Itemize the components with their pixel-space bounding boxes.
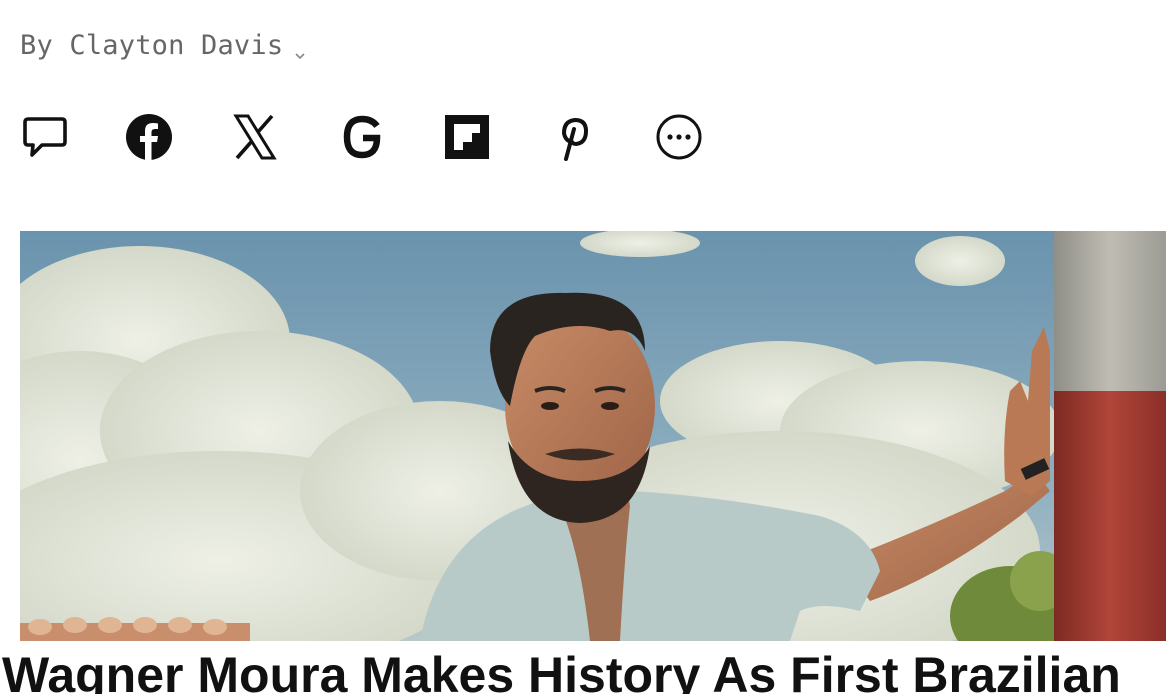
hero-image: [20, 231, 1166, 641]
google-icon[interactable]: [335, 110, 389, 164]
chevron-down-icon[interactable]: [293, 39, 307, 59]
author-name[interactable]: By Clayton Davis: [20, 30, 283, 61]
x-icon[interactable]: [228, 110, 282, 164]
pinterest-icon[interactable]: [546, 110, 600, 164]
more-icon[interactable]: [652, 110, 706, 164]
share-bar: [18, 110, 738, 164]
article-headline[interactable]: Wagner Moura Makes History As First Braz…: [2, 640, 1170, 694]
article-page: By Clayton Davis Wagner Moura Makes Hist…: [0, 0, 1170, 694]
facebook-icon[interactable]: [122, 110, 176, 164]
flipboard-icon[interactable]: [440, 110, 494, 164]
byline[interactable]: By Clayton Davis: [20, 30, 307, 61]
comment-icon[interactable]: [18, 110, 72, 164]
